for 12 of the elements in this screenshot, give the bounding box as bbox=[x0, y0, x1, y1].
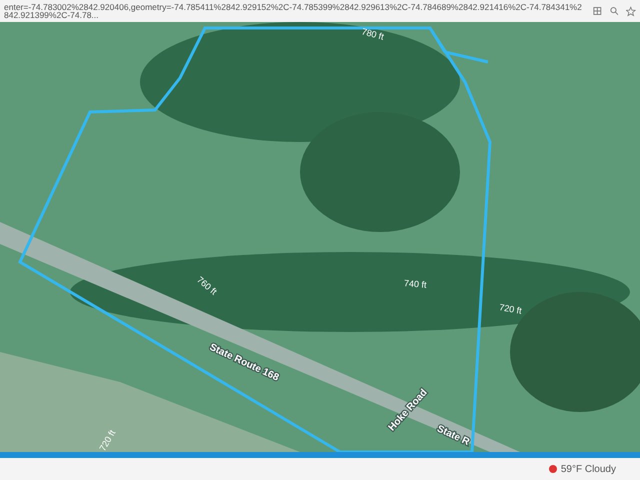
star-icon[interactable] bbox=[626, 6, 636, 16]
url-text: enter=-74.783002%2842.920406,geometry=-74.785411%2842.929152%2C-74.785399%2842.929613%2C-74.784689%2842.921416%2C-74.784341%2842.921399%2C-74.78... bbox=[4, 2, 583, 20]
contour-label: 740 ft bbox=[404, 278, 427, 290]
zoom-icon[interactable] bbox=[610, 6, 618, 16]
contour-label: 780 ft bbox=[360, 26, 385, 42]
road-label: State R bbox=[435, 423, 471, 448]
contour-label: 720 ft bbox=[97, 428, 118, 452]
weather-icon[interactable] bbox=[548, 465, 557, 473]
contour-label: 760 ft bbox=[195, 274, 219, 297]
grid-icon[interactable] bbox=[593, 6, 602, 16]
contour-label: 720 ft bbox=[498, 302, 522, 316]
weather-text[interactable]: 59°F Cloudy bbox=[560, 462, 616, 476]
